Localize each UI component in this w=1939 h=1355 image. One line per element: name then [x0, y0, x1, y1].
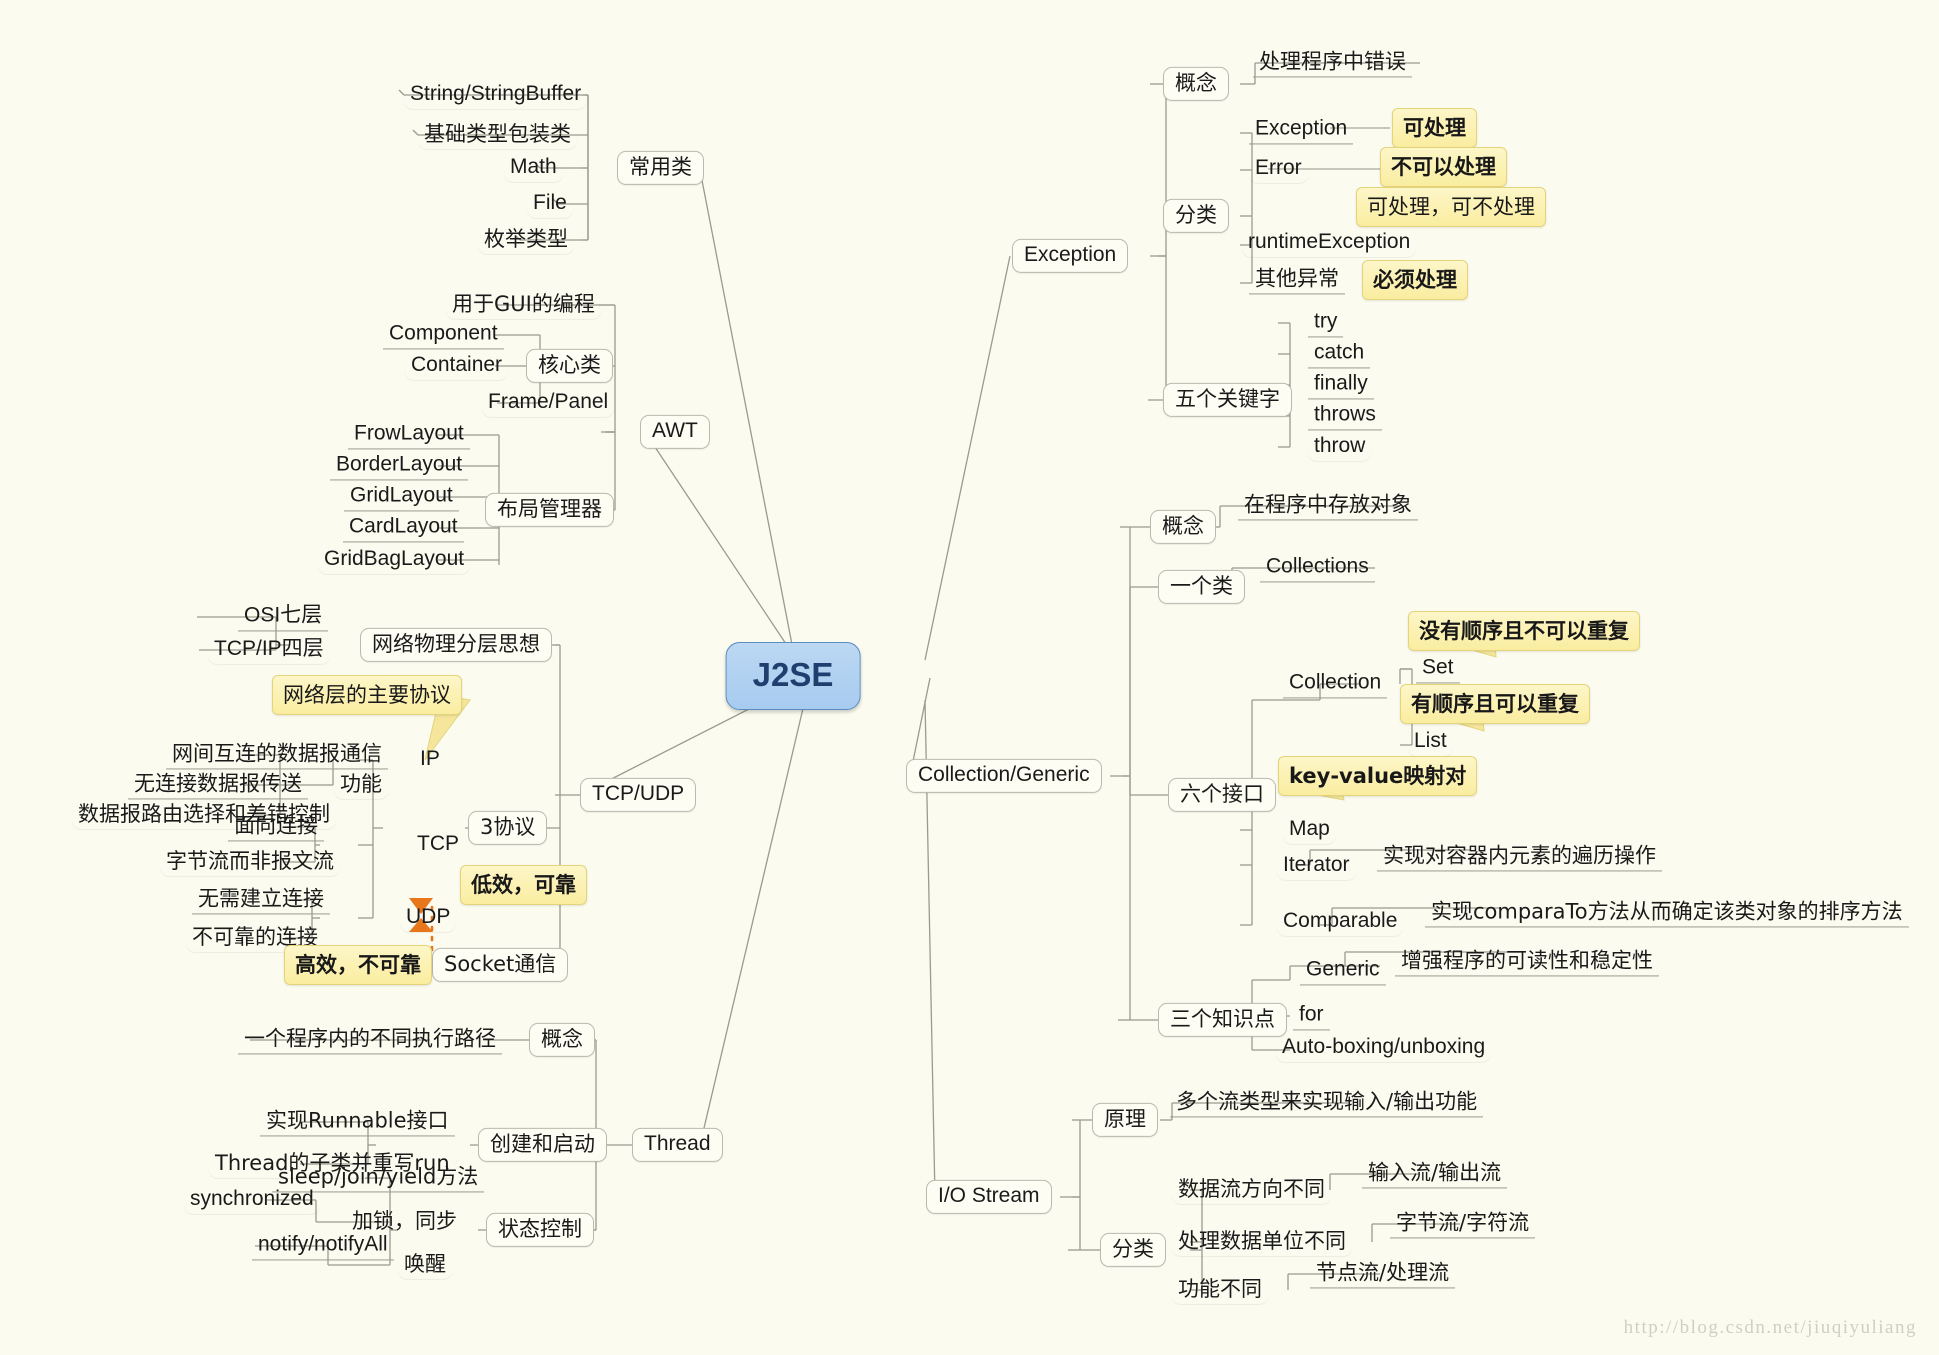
node-awt-core[interactable]: 核心类: [526, 348, 613, 384]
node-io-principle[interactable]: 原理: [1092, 1102, 1158, 1138]
watermark: http://blog.csdn.net/jiuqiyuliang: [1623, 1317, 1917, 1338]
node-thread-runnable[interactable]: 实现Runnable接口: [260, 1107, 455, 1137]
branch-exception[interactable]: Exception: [1012, 238, 1129, 274]
callout-runtime-optional: 可处理，可不处理: [1356, 187, 1546, 227]
node-kw-throws[interactable]: throws: [1308, 401, 1382, 431]
node-string-stringbuffer[interactable]: String/StringBuffer: [404, 81, 587, 109]
node-ex-other[interactable]: 其他异常: [1249, 265, 1345, 295]
callout-list-ordered: 有顺序且可以重复: [1400, 684, 1590, 724]
node-wrapper-classes[interactable]: 基础类型包装类: [418, 121, 577, 149]
node-component[interactable]: Component: [383, 320, 504, 350]
node-thread-create[interactable]: 创建和启动: [478, 1127, 607, 1163]
node-notify[interactable]: notify/notifyAll: [252, 1231, 394, 1261]
branch-common-classes[interactable]: 常用类: [617, 150, 704, 186]
callout-other-must-handle: 必须处理: [1362, 260, 1468, 300]
branch-tcp-udp[interactable]: TCP/UDP: [580, 777, 697, 813]
branch-io-stream[interactable]: I/O Stream: [926, 1179, 1052, 1215]
node-io-category[interactable]: 分类: [1100, 1232, 1166, 1268]
node-exception-category[interactable]: 分类: [1163, 198, 1229, 234]
node-io-direction[interactable]: 数据流方向不同: [1172, 1176, 1331, 1204]
callout-tcp-reliable: 低效，可靠: [460, 865, 587, 905]
node-borderlayout[interactable]: BorderLayout: [330, 451, 469, 481]
node-thread-wake[interactable]: 唤醒: [398, 1251, 452, 1279]
node-kw-finally[interactable]: finally: [1308, 370, 1374, 400]
node-cardlayout[interactable]: CardLayout: [343, 513, 464, 543]
node-io-direction-desc[interactable]: 输入流/输出流: [1362, 1159, 1508, 1189]
node-comparable-desc[interactable]: 实现comparaTo方法从而确定该类对象的排序方法: [1425, 898, 1909, 928]
node-autoboxing[interactable]: Auto-boxing/unboxing: [1276, 1034, 1491, 1062]
node-exception-keywords[interactable]: 五个关键字: [1163, 382, 1292, 418]
node-for[interactable]: for: [1293, 1001, 1330, 1031]
node-ex-error[interactable]: Error: [1249, 155, 1308, 183]
center-node[interactable]: J2SE: [725, 642, 861, 710]
node-collection-oneclass[interactable]: 一个类: [1158, 569, 1245, 605]
node-network-layer-thinking[interactable]: 网络物理分层思想: [360, 627, 552, 663]
callout-udp-unreliable: 高效，不可靠: [284, 945, 432, 985]
branch-collection-generic[interactable]: Collection/Generic: [906, 758, 1102, 794]
callout-map-keyvalue: key-value映射对: [1278, 756, 1478, 796]
node-ex-runtime[interactable]: runtimeException: [1242, 229, 1416, 257]
node-collections[interactable]: Collections: [1260, 553, 1375, 583]
branch-awt[interactable]: AWT: [640, 414, 710, 450]
node-tcp-feature-2[interactable]: 字节流而非报文流: [160, 848, 340, 876]
node-thread-concept[interactable]: 概念: [529, 1022, 595, 1058]
node-frame-panel[interactable]: Frame/Panel: [482, 389, 614, 417]
node-socket[interactable]: Socket通信: [432, 947, 569, 983]
node-tcp[interactable]: TCP: [411, 831, 465, 859]
node-container[interactable]: Container: [405, 352, 508, 380]
node-thread-concept-desc[interactable]: 一个程序内的不同执行路径: [238, 1025, 502, 1055]
node-ip[interactable]: IP: [414, 746, 446, 774]
node-udp-feature-1[interactable]: 无需建立连接: [192, 885, 330, 915]
node-gridbaglayout[interactable]: GridBagLayout: [318, 546, 470, 574]
node-collection-concept-desc[interactable]: 在程序中存放对象: [1238, 491, 1418, 521]
node-kw-try[interactable]: try: [1308, 308, 1344, 338]
node-generic-desc[interactable]: 增强程序的可读性和稳定性: [1395, 947, 1659, 977]
node-three-knowledge[interactable]: 三个知识点: [1158, 1002, 1287, 1038]
node-gridlayout[interactable]: GridLayout: [344, 482, 459, 512]
node-six-interfaces[interactable]: 六个接口: [1168, 777, 1276, 813]
node-set[interactable]: Set: [1416, 654, 1460, 684]
node-awt-gui[interactable]: 用于GUI的编程: [446, 291, 601, 319]
node-io-unit[interactable]: 处理数据单位不同: [1172, 1228, 1352, 1256]
node-layout-manager[interactable]: 布局管理器: [485, 492, 614, 528]
callout-set-no-order: 没有顺序且不可以重复: [1408, 611, 1640, 651]
node-iterator[interactable]: Iterator: [1277, 852, 1356, 880]
node-thread-state[interactable]: 状态控制: [486, 1212, 594, 1248]
node-exception-concept[interactable]: 概念: [1163, 66, 1229, 102]
branch-thread[interactable]: Thread: [632, 1127, 723, 1163]
node-io-unit-desc[interactable]: 字节流/字符流: [1390, 1209, 1536, 1239]
node-ip-func-2[interactable]: 无连接数据报传送: [128, 770, 308, 800]
node-three-protocols[interactable]: 3协议: [468, 810, 548, 846]
node-tcpip-4-layer[interactable]: TCP/IP四层: [208, 636, 330, 664]
node-udp[interactable]: UDP: [400, 904, 456, 932]
node-io-function[interactable]: 功能不同: [1172, 1276, 1268, 1304]
node-frowlayout[interactable]: FrowLayout: [348, 420, 470, 450]
node-ip-func-1[interactable]: 网间互连的数据报通信: [166, 740, 388, 770]
node-kw-throw[interactable]: throw: [1308, 433, 1371, 461]
node-list[interactable]: List: [1408, 728, 1453, 756]
node-file[interactable]: File: [527, 190, 573, 218]
callout-exception-handleable: 可处理: [1392, 108, 1477, 148]
node-exception-concept-desc[interactable]: 处理程序中错误: [1253, 48, 1412, 78]
node-collection-concept[interactable]: 概念: [1150, 509, 1216, 545]
node-generic[interactable]: Generic: [1300, 956, 1386, 986]
mindmap-canvas: J2SE 常用类 String/StringBuffer 基础类型包装类 Mat…: [0, 0, 1939, 1355]
node-synchronized[interactable]: synchronized: [184, 1186, 320, 1214]
node-iterator-desc[interactable]: 实现对容器内元素的遍历操作: [1377, 842, 1662, 872]
node-enum-type[interactable]: 枚举类型: [478, 226, 574, 254]
node-collection-interface[interactable]: Collection: [1283, 669, 1388, 699]
node-osi-7-layer[interactable]: OSI七层: [238, 602, 329, 632]
node-tcp-feature-1[interactable]: 面向连接: [228, 812, 324, 842]
node-ip-function[interactable]: 功能: [334, 771, 388, 799]
callout-error-unhandleable: 不可以处理: [1380, 147, 1507, 187]
node-map[interactable]: Map: [1283, 816, 1336, 844]
node-comparable[interactable]: Comparable: [1277, 908, 1403, 936]
node-math[interactable]: Math: [504, 154, 563, 182]
node-kw-catch[interactable]: catch: [1308, 339, 1371, 369]
node-io-function-desc[interactable]: 节点流/处理流: [1310, 1259, 1456, 1289]
callout-ip-protocol: 网络层的主要协议: [272, 675, 462, 715]
node-io-principle-desc[interactable]: 多个流类型来实现输入/输出功能: [1170, 1088, 1484, 1118]
node-ex-exception[interactable]: Exception: [1249, 115, 1354, 145]
